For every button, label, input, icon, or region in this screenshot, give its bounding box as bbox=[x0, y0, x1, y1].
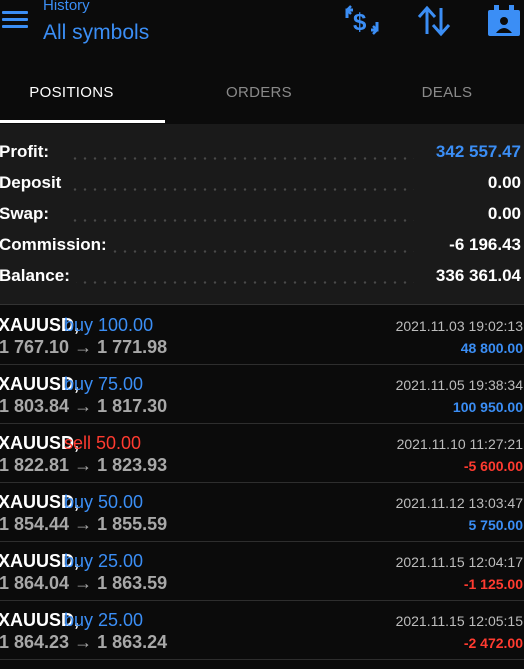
position-profit: 5 750.00 bbox=[468, 517, 524, 533]
position-profit: -2 472.00 bbox=[463, 635, 523, 651]
sort-icon[interactable] bbox=[416, 4, 452, 38]
position-time: 2021.11.12 13:03:47 bbox=[395, 495, 523, 511]
deposit-label: Deposit bbox=[0, 173, 68, 193]
position-row[interactable]: XAUUSD, buy 100.00 1 767.10 → 1 771.98 2… bbox=[0, 305, 524, 365]
position-profit: -1 125.00 bbox=[463, 576, 523, 592]
leader-dots bbox=[70, 281, 414, 284]
position-side: buy 50.00 bbox=[64, 492, 144, 512]
position-side: buy 75.00 bbox=[64, 374, 144, 394]
swap-value: 0.00 bbox=[481, 204, 521, 224]
position-profit: -5 600.00 bbox=[463, 458, 523, 474]
position-row[interactable]: XAUUSD, buy 25.00 1 864.04 → 1 863.59 20… bbox=[0, 541, 524, 601]
position-row[interactable]: XAUUSD, sell 50.00 1 822.81 → 1 823.93 2… bbox=[0, 423, 524, 483]
position-side: buy 25.00 bbox=[64, 610, 144, 630]
position-time: 2021.11.10 11:27:21 bbox=[396, 436, 523, 452]
position-profit: 48 800.00 bbox=[460, 340, 523, 356]
tab-positions[interactable]: POSITIONS bbox=[0, 84, 143, 101]
page-subtitle: History bbox=[43, 0, 90, 14]
position-prices: 1 854.44 → 1 855.59 bbox=[0, 514, 168, 534]
profit-value: 342 557.47 bbox=[429, 142, 521, 162]
account-summary: Profit: 342 557.47 Deposit 0.00 Swap: 0.… bbox=[0, 124, 524, 304]
position-prices: 1 864.04 → 1 863.59 bbox=[0, 573, 168, 593]
page-title[interactable]: All symbols bbox=[43, 21, 149, 45]
summary-row-balance: Balance: 336 361.04 bbox=[0, 266, 524, 290]
summary-row-profit: Profit: 342 557.47 bbox=[0, 142, 524, 166]
summary-row-commission: Commission: -6 196.43 bbox=[0, 235, 524, 259]
position-row[interactable]: XAUUSD, buy 75.00 1 803.84 → 1 817.30 20… bbox=[0, 364, 524, 424]
summary-row-swap: Swap: 0.00 bbox=[0, 204, 524, 228]
currency-exchange-icon[interactable]: $ bbox=[344, 4, 380, 38]
position-side: buy 25.00 bbox=[64, 551, 144, 571]
tab-active-indicator bbox=[0, 120, 165, 123]
menu-icon[interactable] bbox=[2, 8, 30, 32]
calendar-icon[interactable] bbox=[486, 4, 522, 38]
position-time: 2021.11.15 12:05:15 bbox=[395, 613, 523, 629]
balance-value: 336 361.04 bbox=[429, 266, 521, 286]
leader-dots bbox=[70, 250, 414, 253]
position-time: 2021.11.05 19:38:34 bbox=[395, 377, 523, 393]
deposit-value: 0.00 bbox=[481, 173, 521, 193]
position-row[interactable]: XAUUSD, buy 50.00 1 854.44 → 1 855.59 20… bbox=[0, 482, 524, 542]
commission-label: Commission: bbox=[0, 235, 113, 255]
position-side: sell 50.00 bbox=[64, 433, 142, 453]
position-prices: 1 864.23 → 1 863.24 bbox=[0, 632, 168, 652]
app-bar: History All symbols $ bbox=[0, 0, 524, 60]
position-time: 2021.11.03 19:02:13 bbox=[395, 318, 523, 334]
commission-value: -6 196.43 bbox=[443, 235, 521, 255]
leader-dots bbox=[70, 157, 414, 160]
position-prices: 1 803.84 → 1 817.30 bbox=[0, 396, 168, 416]
tab-deals[interactable]: DEALS bbox=[376, 84, 518, 101]
balance-label: Balance: bbox=[0, 266, 76, 286]
tab-bar: POSITIONS ORDERS DEALS bbox=[0, 62, 524, 124]
position-prices: 1 767.10 → 1 771.98 bbox=[0, 337, 168, 357]
position-prices: 1 822.81 → 1 823.93 bbox=[0, 455, 168, 475]
profit-label: Profit: bbox=[0, 142, 56, 162]
svg-text:$: $ bbox=[353, 9, 367, 36]
position-time: 2021.11.15 12:04:17 bbox=[395, 554, 523, 570]
position-row[interactable]: XAUUSD, buy 25.00 1 864.23 → 1 863.24 20… bbox=[0, 600, 524, 660]
summary-row-deposit: Deposit 0.00 bbox=[0, 173, 524, 197]
tab-orders[interactable]: ORDERS bbox=[188, 84, 330, 101]
leader-dots bbox=[70, 219, 414, 222]
leader-dots bbox=[70, 188, 414, 191]
position-side: buy 100.00 bbox=[64, 315, 154, 335]
swap-label: Swap: bbox=[0, 204, 56, 224]
position-profit: 100 950.00 bbox=[452, 399, 523, 415]
